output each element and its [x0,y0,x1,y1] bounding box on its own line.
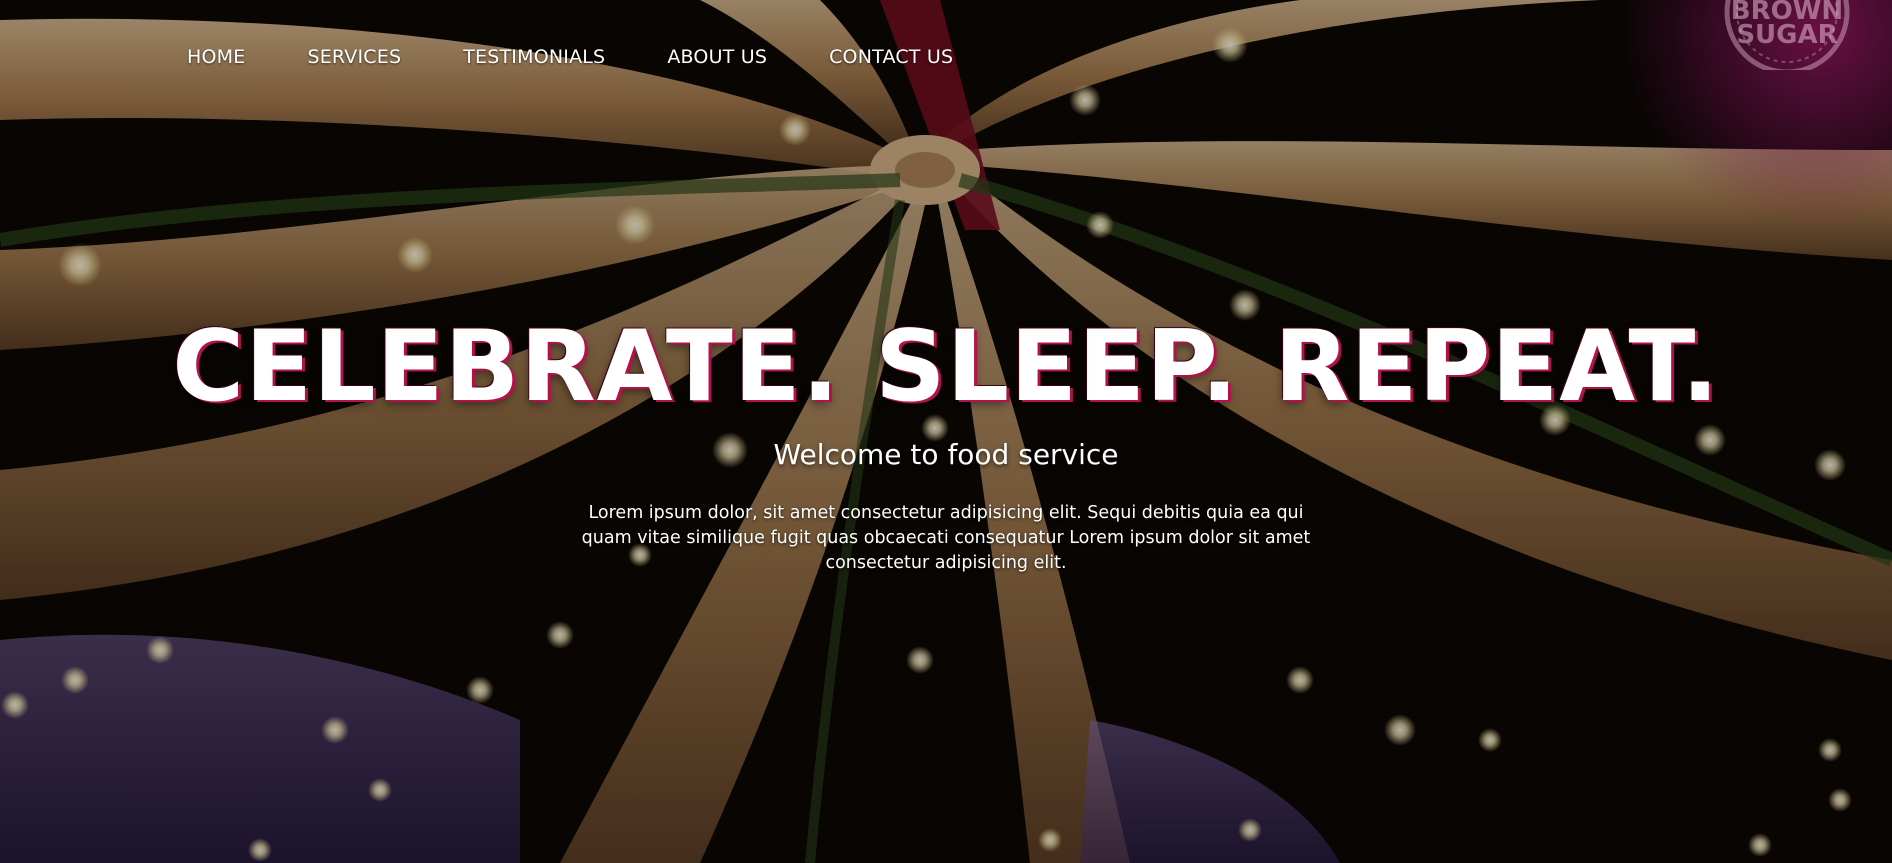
hero-headline: CELEBRATE. SLEEP. REPEAT. [172,310,1720,424]
logo-text-sugar: SUGAR [1736,20,1838,50]
hero-section: HOME SERVICES TESTIMONIALS ABOUT US CONT… [0,0,1892,863]
nav-item-services[interactable]: SERVICES [307,46,401,68]
hero-description: Lorem ipsum dolor, sit amet consectetur … [581,503,1311,573]
nav-item-testimonials[interactable]: TESTIMONIALS [463,46,605,68]
main-nav: HOME SERVICES TESTIMONIALS ABOUT US CONT… [187,46,1015,68]
hero-subtitle: Welcome to food service [773,438,1119,471]
brand-logo[interactable]: BROWN SUGAR [1712,0,1862,70]
nav-item-home[interactable]: HOME [187,46,245,68]
nav-item-contact-us[interactable]: CONTACT US [829,46,953,68]
dark-overlay [0,0,1892,863]
nav-item-about-us[interactable]: ABOUT US [667,46,767,68]
